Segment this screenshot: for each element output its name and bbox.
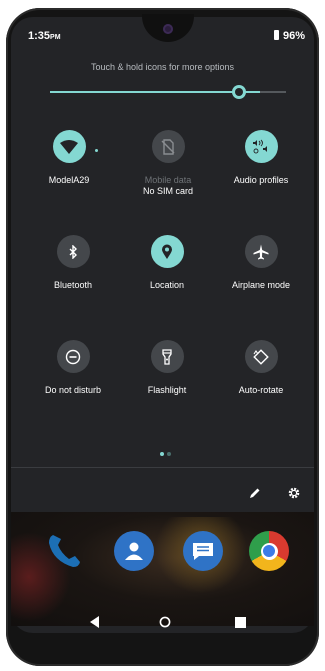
- tile-label: Mobile data: [144, 175, 192, 185]
- tile-sublabel: No SIM card: [142, 186, 193, 196]
- status-time: 1:35PM: [28, 30, 61, 42]
- tile-label: Do not disturb: [44, 385, 102, 395]
- tile-label: ModelA29: [48, 175, 90, 185]
- page-dot: [167, 452, 171, 456]
- tile-audio-profiles[interactable]: Audio profiles: [216, 130, 306, 186]
- quick-settings-hint: Touch & hold icons for more options: [90, 62, 235, 72]
- status-battery: 96%: [273, 30, 305, 42]
- do-not-disturb-icon: [56, 340, 90, 373]
- page-dot-active: [160, 452, 164, 456]
- divider: [11, 467, 314, 468]
- wifi-icon: [52, 130, 86, 163]
- battery-icon: [273, 30, 279, 40]
- tile-auto-rotate[interactable]: Auto-rotate: [216, 340, 306, 396]
- chrome-center: [260, 542, 278, 560]
- edit-icon[interactable]: [249, 486, 261, 504]
- settings-gear-icon[interactable]: [288, 486, 300, 504]
- phone-app-icon[interactable]: [43, 531, 83, 571]
- chrome-core: [263, 545, 275, 557]
- brightness-slider-thumb[interactable]: [232, 85, 246, 99]
- home-icon[interactable]: [157, 614, 173, 630]
- tile-label: Airplane mode: [231, 280, 291, 290]
- tile-label: Audio profiles: [233, 175, 289, 185]
- tile-mobile-data[interactable]: Mobile data No SIM card: [123, 130, 213, 197]
- front-camera: [163, 24, 173, 34]
- flashlight-icon: [150, 340, 184, 373]
- location-icon: [150, 235, 184, 268]
- page-indicator: [160, 443, 174, 461]
- tile-flashlight[interactable]: Flashlight: [122, 340, 212, 396]
- brightness-slider[interactable]: [50, 91, 286, 93]
- tile-label: Bluetooth: [53, 280, 93, 290]
- audio-profiles-icon: [244, 130, 278, 163]
- tile-location[interactable]: Location: [122, 235, 212, 291]
- wifi-details-indicator: [95, 149, 98, 152]
- airplane-icon: [244, 235, 278, 268]
- tile-do-not-disturb[interactable]: Do not disturb: [28, 340, 118, 396]
- auto-rotate-icon: [244, 340, 278, 373]
- no-sim-icon: [151, 130, 185, 163]
- tile-airplane-mode[interactable]: Airplane mode: [216, 235, 306, 291]
- chrome-app-icon[interactable]: [249, 531, 289, 571]
- tile-label: Auto-rotate: [238, 385, 284, 395]
- tile-wifi[interactable]: ModelA29: [24, 130, 114, 186]
- tile-label: Flashlight: [147, 385, 187, 395]
- brightness-slider-fill: [50, 91, 261, 93]
- messages-app-icon[interactable]: [183, 531, 223, 571]
- tile-bluetooth[interactable]: Bluetooth: [28, 235, 118, 291]
- navigation-bar: [11, 606, 314, 636]
- recents-icon[interactable]: [232, 614, 248, 630]
- contacts-app-icon[interactable]: [114, 531, 154, 571]
- tile-label: Location: [149, 280, 185, 290]
- bluetooth-icon: [56, 235, 90, 268]
- back-icon[interactable]: [87, 614, 103, 630]
